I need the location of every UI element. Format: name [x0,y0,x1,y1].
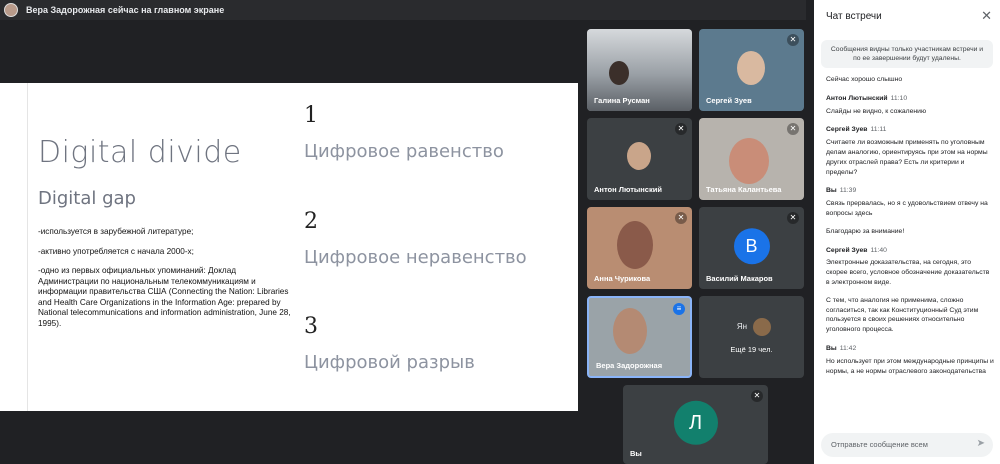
mic-off-icon: ✕ [787,123,799,135]
more-participants-tile[interactable]: Ян Ещё 19 чел. [699,296,804,378]
send-icon[interactable]: ➤ [977,438,985,449]
message-author: Антон Лютынский [826,94,888,102]
slide-item-text: Цифровое неравенство [304,247,527,268]
chat-input-placeholder: Отправьте сообщение всем [831,440,928,449]
slide-item-text: Цифровое равенство [304,141,504,162]
chat-panel: Чат встречи ✕ Сообщения видны только уча… [814,0,1000,464]
participant-name: Василий Макаров [706,274,773,283]
mic-off-icon: ✕ [751,390,763,402]
participant-video [613,308,647,354]
chat-notice: Сообщения видны только участникам встреч… [821,40,993,68]
chat-title: Чат встречи [826,11,882,22]
slide-subtitle: Digital gap [38,188,136,209]
participant-video [737,51,765,85]
participant-name: Вы [630,449,642,458]
participant-tile[interactable]: ✕ Антон Лютынский [587,118,692,200]
mic-off-icon: ✕ [787,34,799,46]
slide-divider [27,83,28,411]
message-author: Сергей Зуев [826,246,868,254]
banner-title: Вера Задорожная сейчас на главном экране [26,5,225,15]
speaking-icon: ≡ [673,303,685,315]
avatar [4,3,18,17]
message-text: Электронные доказательства, на сегодня, … [826,259,990,286]
mic-off-icon: ✕ [675,212,687,224]
message-time: 11:40 [870,246,887,254]
participant-tile[interactable]: ✕ Татьяна Калантьева [699,118,804,200]
avatar: Л [673,400,718,445]
more-participants-label: Ещё 19 чел. [730,345,773,354]
participant-tile[interactable]: ✕ Анна Чурикова [587,207,692,289]
participant-name: Вера Задорожная [596,361,663,370]
chat-input[interactable]: Отправьте сообщение всем ➤ [821,433,993,457]
message-text: С тем, что аналогия не применима, сложно… [826,296,979,334]
avatar [753,318,771,336]
message-time: 11:42 [839,344,857,352]
message-text: Считаете ли возможным применять по уголо… [826,139,988,176]
slide-item-text: Цифровой разрыв [304,352,475,373]
participant-name: Анна Чурикова [594,274,651,283]
message-text: Но использует при этом международные при… [826,357,994,375]
mic-off-icon: ✕ [675,123,687,135]
message-time: 11:39 [839,187,857,195]
participant-name: Галина Русман [594,96,650,105]
presentation-banner: Вера Задорожная сейчас на главном экране [0,0,806,20]
message-text: Благодарю за внимание! [826,227,905,235]
participant-tile-speaking[interactable]: ≡ Вера Задорожная [587,296,692,378]
participant-tile[interactable]: В ✕ Василий Макаров [699,207,804,289]
slide-item-number: 2 [304,209,318,234]
chat-messages: Сейчас хорошо слышно Антон Лютынский 11:1… [826,72,994,385]
message-text: Связь прервалась, но я с удовольствием о… [826,200,988,217]
message-text: Сейчас хорошо слышно [826,76,903,83]
message-time: 11:10 [890,94,908,102]
message-author: Сергей Зуев [826,126,868,134]
avatar: В [733,228,770,265]
message-time: 11:11 [870,126,887,134]
slide-body-line: -одно из первых официальных упоминаний: … [38,266,291,328]
message-author: Вы [826,187,837,195]
slide-body: -используется в зарубежной литературе; -… [38,227,296,338]
chat-message: Сергей Зуев 11:40 Электронные доказательс… [826,246,994,335]
avatar: Ян [733,318,751,336]
slide-item-number: 1 [304,103,318,128]
slide-body-line: -активно употребляется с начала 2000-х; [38,246,194,256]
chat-message: Сейчас хорошо слышно [826,75,994,85]
participant-name: Антон Лютынский [594,185,662,194]
participant-tile[interactable]: Галина Русман [587,29,692,111]
message-text: Слайды не видно, к сожалению [826,107,927,115]
participant-video [609,61,629,85]
mic-off-icon: ✕ [787,212,799,224]
slide-title: Digital divide [38,135,242,170]
self-tile[interactable]: Л ✕ Вы [623,385,768,464]
chat-message: Вы 11:42 Но использует при этом междунаро… [826,344,994,376]
slide-item-number: 3 [304,314,318,339]
shared-slide: Digital divide Digital gap -используется… [0,83,578,411]
participant-name: Сергей Зуев [706,96,752,105]
message-author: Вы [826,344,837,352]
participant-video [617,221,653,269]
participant-video [627,142,651,170]
participant-name: Татьяна Калантьева [706,185,782,194]
participant-tile[interactable]: ✕ Сергей Зуев [699,29,804,111]
chat-message: Антон Лютынский 11:10 Слайды не видно, к … [826,94,994,117]
slide-body-line: -используется в зарубежной литературе; [38,227,194,236]
close-icon[interactable]: ✕ [981,8,992,24]
chat-message: Сергей Зуев 11:11 Считаете ли возможным п… [826,125,994,177]
participant-video [729,138,769,184]
chat-message: Вы 11:39 Связь прервалась, но я с удоволь… [826,186,994,236]
